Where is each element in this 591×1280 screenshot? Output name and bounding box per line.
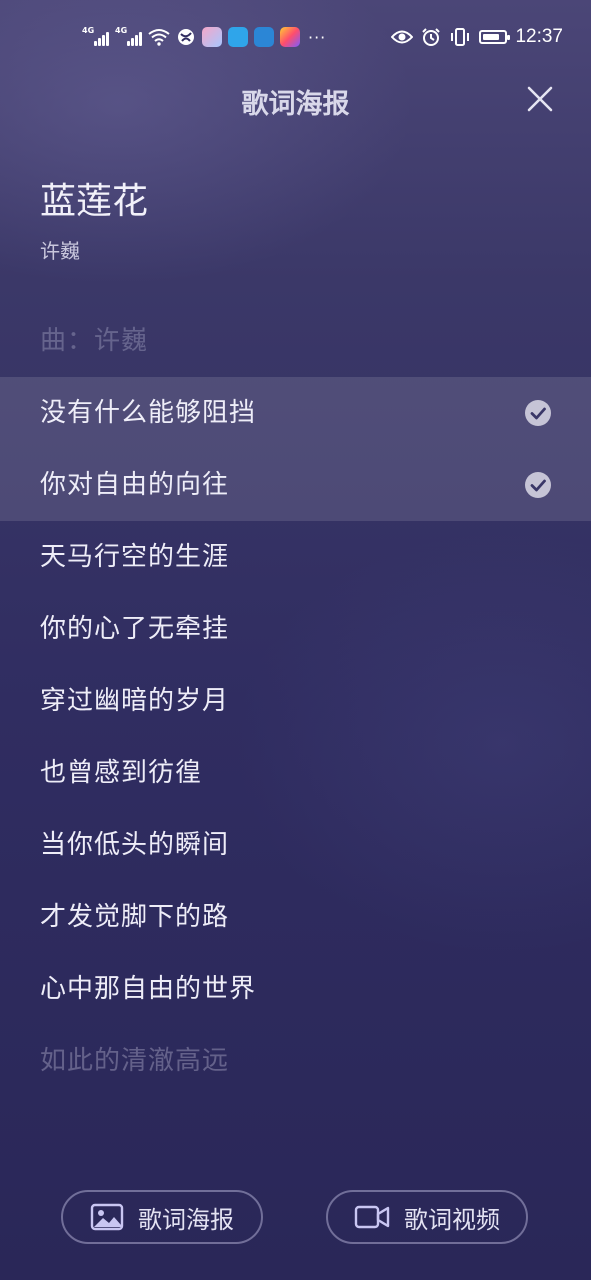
close-icon[interactable]	[525, 84, 555, 114]
lyric-line[interactable]: 你对自由的向往	[0, 449, 591, 521]
lyric-text: 穿过幽暗的岁月	[40, 686, 230, 716]
song-title: 蓝莲花	[40, 181, 149, 222]
lyric-text: 才发觉脚下的路	[40, 902, 230, 932]
bottom-actions: 歌词海报 歌词视频	[0, 1190, 591, 1246]
lyric-poster-label: 歌词海报	[138, 1205, 234, 1234]
lyric-line[interactable]: 天马行空的生涯	[0, 521, 591, 593]
lyric-text: 你对自由的向往	[40, 470, 230, 500]
image-icon	[90, 1203, 124, 1231]
lyric-line[interactable]: 没有什么能够阻挡	[0, 377, 591, 449]
app-play-icon	[280, 27, 300, 47]
lyric-line[interactable]: 心中那自由的世界	[0, 953, 591, 1025]
app-globe-icon	[178, 29, 194, 45]
clock: 12:37	[515, 26, 563, 47]
video-camera-icon	[354, 1205, 390, 1229]
lyric-text: 当你低头的瞬间	[40, 830, 230, 860]
lyric-text: 你的心了无牵挂	[40, 614, 230, 644]
lyric-line[interactable]: 也曾感到彷徨	[0, 737, 591, 809]
status-right: 12:37	[391, 24, 563, 50]
network-type-2: 4G	[115, 26, 128, 35]
lyrics-list: 曲：许巍没有什么能够阻挡 你对自由的向往 天马行空的生涯 你的心了无牵挂 穿过幽暗的岁月…	[0, 305, 591, 1097]
network-type: 4G	[82, 26, 95, 35]
lyric-line[interactable]: 如此的清澈高远	[0, 1025, 591, 1097]
lyric-text: 如此的清澈高远	[40, 1046, 230, 1076]
app-flower-icon	[202, 27, 222, 47]
lyric-line[interactable]: 才发觉脚下的路	[0, 881, 591, 953]
lyric-line[interactable]: 曲：许巍	[0, 305, 591, 377]
lyric-line[interactable]: 当你低头的瞬间	[0, 809, 591, 881]
status-left: 4G 4G ···	[82, 24, 326, 50]
lyric-text: 也曾感到彷徨	[40, 758, 203, 788]
app-bulb-icon	[228, 27, 248, 47]
lyric-text: 心中那自由的世界	[40, 974, 257, 1004]
vibrate-icon	[451, 28, 470, 46]
song-artist: 许巍	[40, 239, 80, 263]
more-notifications-icon: ···	[308, 27, 327, 47]
signal-icon-2: 4G	[115, 26, 142, 46]
lyric-text: 天马行空的生涯	[40, 542, 230, 572]
page-title: 歌词海报	[241, 89, 350, 120]
lyric-line[interactable]: 你的心了无牵挂	[0, 593, 591, 665]
eye-icon	[391, 30, 414, 44]
wifi-icon	[148, 29, 170, 46]
checkmark-icon	[525, 472, 551, 498]
app-browser-icon	[254, 27, 274, 47]
lyric-video-button[interactable]: 歌词视频	[326, 1190, 528, 1244]
lyric-text: 曲：许巍	[40, 326, 149, 356]
battery-level	[483, 34, 500, 40]
status-bar: 4G 4G ··· 12:37	[0, 0, 591, 74]
alarm-icon	[422, 28, 441, 46]
lyric-poster-button[interactable]: 歌词海报	[61, 1190, 263, 1244]
lyric-text: 没有什么能够阻挡	[40, 398, 257, 428]
checkmark-icon	[525, 400, 551, 426]
lyric-line[interactable]: 穿过幽暗的岁月	[0, 665, 591, 737]
battery-icon	[479, 30, 511, 44]
lyric-video-label: 歌词视频	[404, 1205, 500, 1234]
signal-icon: 4G	[82, 26, 109, 46]
